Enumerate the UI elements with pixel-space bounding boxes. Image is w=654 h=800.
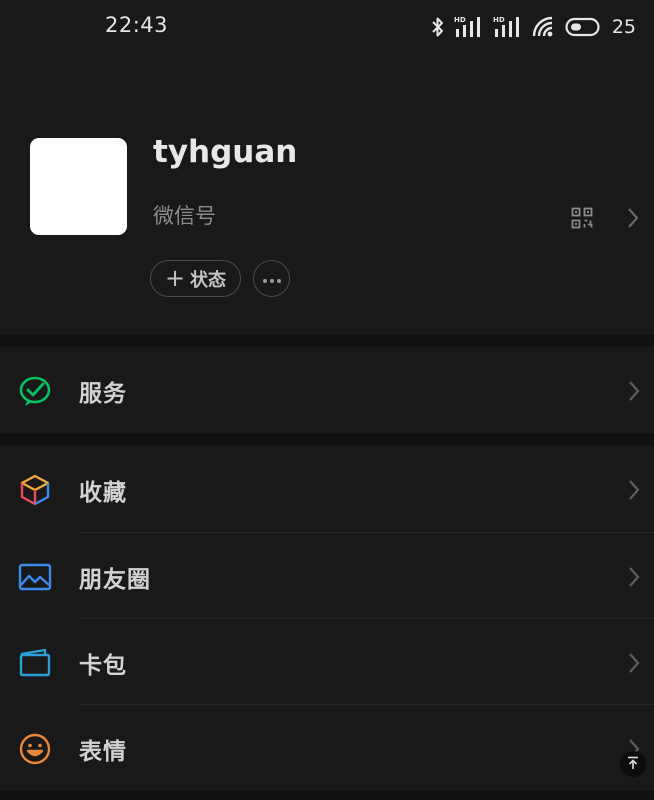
menu-item-label: 卡包 <box>79 653 127 679</box>
menu-item-favorites[interactable]: 收藏 <box>0 446 654 532</box>
more-icon <box>262 269 282 288</box>
menu-item-service[interactable]: 服务 <box>0 347 654 433</box>
wifi-icon <box>532 16 556 38</box>
qr-code-icon[interactable] <box>571 207 593 233</box>
menu-item-label: 收藏 <box>79 480 127 506</box>
back-to-top-button[interactable] <box>620 751 646 777</box>
bluetooth-icon <box>431 16 445 38</box>
chevron-right-icon <box>627 652 641 678</box>
chevron-right-icon <box>627 380 641 406</box>
menu-item-moments[interactable]: 朋友圈 <box>0 533 654 619</box>
profile-header[interactable]: tyhguan 微信号 + 状态 <box>0 54 654 335</box>
add-status-button[interactable]: + 状态 <box>150 260 241 297</box>
menu-item-stickers[interactable]: 表情 <box>0 705 654 791</box>
cube-icon <box>18 473 52 507</box>
hd-signal-icon: HD <box>454 15 484 39</box>
section-gap <box>0 335 654 347</box>
me-screen: 22:43 HD HD 25 tyhguan 微信号 + 状态 服务 收藏 朋友… <box>0 0 654 800</box>
chevron-right-icon <box>627 566 641 592</box>
section-gap <box>0 433 654 446</box>
menu-item-label: 服务 <box>79 381 127 407</box>
hd-signal-icon: HD <box>493 15 523 39</box>
wechat-pay-icon <box>18 374 52 408</box>
username: tyhguan <box>153 134 298 170</box>
battery-level: 25 <box>611 16 636 38</box>
section-gap <box>0 791 654 800</box>
wallet-icon <box>18 646 52 680</box>
chevron-right-icon[interactable] <box>626 207 640 233</box>
wechat-id-label: 微信号 <box>153 204 216 228</box>
svg-text:HD: HD <box>454 16 466 24</box>
battery-icon <box>565 17 601 37</box>
status-bar: 22:43 HD HD 25 <box>0 0 654 54</box>
status-icons: HD HD 25 <box>431 13 636 41</box>
more-button[interactable] <box>253 260 290 297</box>
status-time: 22:43 <box>105 13 169 37</box>
arrow-up-icon <box>626 755 640 774</box>
avatar[interactable] <box>30 138 127 235</box>
menu-item-cards[interactable]: 卡包 <box>0 619 654 705</box>
smiley-icon <box>18 732 52 766</box>
status-button-label: 状态 <box>190 269 227 291</box>
menu-item-label: 表情 <box>79 739 127 765</box>
menu-item-label: 朋友圈 <box>79 567 151 593</box>
svg-text:HD: HD <box>493 16 505 24</box>
picture-icon <box>18 560 52 594</box>
chevron-right-icon <box>627 479 641 505</box>
plus-icon: + <box>164 263 186 292</box>
